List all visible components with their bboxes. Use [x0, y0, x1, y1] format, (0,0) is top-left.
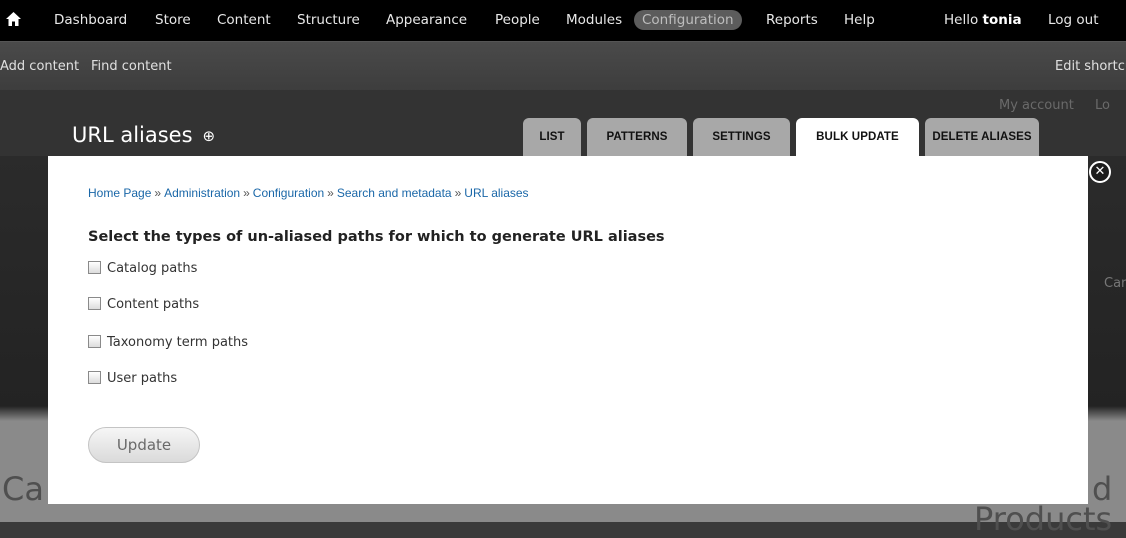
- breadcrumb-administration[interactable]: Administration: [164, 186, 240, 200]
- tab-list[interactable]: LIST: [523, 118, 581, 156]
- toolbar-item-dashboard[interactable]: Dashboard: [54, 0, 127, 41]
- breadcrumb-separator: »: [327, 186, 334, 200]
- form-title: Select the types of un-aliased paths for…: [88, 229, 665, 245]
- page-title-text: URL aliases: [72, 123, 193, 147]
- overlay-dialog: [48, 156, 1088, 504]
- taxonomy-term-paths-label[interactable]: Taxonomy term paths: [107, 335, 248, 350]
- tab-patterns[interactable]: PATTERNS: [587, 118, 687, 156]
- toolbar-item-configuration[interactable]: Configuration: [634, 10, 742, 30]
- toolbar-item-content[interactable]: Content: [217, 0, 271, 41]
- user-greeting: Hello tonia: [944, 0, 1022, 41]
- user-paths-checkbox[interactable]: [88, 371, 101, 384]
- tab-bulk-update[interactable]: BULK UPDATE: [796, 118, 919, 156]
- home-icon[interactable]: [6, 0, 21, 41]
- option-content-paths[interactable]: Content paths: [88, 296, 199, 314]
- username-link[interactable]: tonia: [983, 12, 1022, 28]
- add-shortcut-icon[interactable]: ⊕: [203, 123, 216, 149]
- shortcut-add-content[interactable]: Add content: [0, 42, 79, 91]
- page-title: URL aliases ⊕: [72, 122, 215, 149]
- toolbar-item-people[interactable]: People: [495, 0, 540, 41]
- shortcut-bar: Add content Find content Edit shortcuts: [0, 41, 1126, 91]
- taxonomy-term-paths-checkbox[interactable]: [88, 335, 101, 348]
- update-button[interactable]: Update: [88, 427, 200, 463]
- shortcut-find-content[interactable]: Find content: [91, 42, 172, 91]
- catalog-heading: Ca: [2, 470, 44, 508]
- option-user-paths[interactable]: User paths: [88, 370, 177, 388]
- cart-link: Cart: [1104, 276, 1126, 291]
- option-taxonomy-term-paths[interactable]: Taxonomy term paths: [88, 334, 248, 352]
- admin-toolbar: Dashboard Store Content Structure Appear…: [0, 0, 1126, 41]
- greeting-label: Hello: [944, 12, 979, 28]
- toolbar-item-reports[interactable]: Reports: [766, 0, 818, 41]
- breadcrumb: Home Page» Administration» Configuration» S…: [88, 186, 529, 200]
- edit-shortcuts-link[interactable]: Edit shortcuts: [1055, 42, 1126, 91]
- breadcrumb-separator: »: [454, 186, 462, 200]
- tab-delete-aliases[interactable]: DELETE ALIASES: [925, 118, 1039, 156]
- catalog-paths-label[interactable]: Catalog paths: [107, 261, 197, 276]
- content-paths-checkbox[interactable]: [88, 297, 101, 310]
- breadcrumb-search-metadata[interactable]: Search and metadata: [337, 186, 452, 200]
- breadcrumb-separator: »: [243, 186, 250, 200]
- products-heading: Products: [974, 500, 1113, 538]
- toolbar-item-appearance[interactable]: Appearance: [386, 0, 467, 41]
- catalog-paths-checkbox[interactable]: [88, 261, 101, 274]
- content-paths-label[interactable]: Content paths: [107, 297, 199, 312]
- breadcrumb-separator: »: [154, 186, 162, 200]
- log-link-fragment: Lo: [1095, 98, 1110, 113]
- close-icon[interactable]: ✕: [1089, 161, 1111, 183]
- user-paths-label[interactable]: User paths: [107, 371, 177, 386]
- toolbar-item-modules[interactable]: Modules: [566, 0, 622, 41]
- tab-settings[interactable]: SETTINGS: [693, 118, 790, 156]
- toolbar-item-help[interactable]: Help: [844, 0, 875, 41]
- option-catalog-paths[interactable]: Catalog paths: [88, 260, 197, 278]
- my-account-link: My account: [999, 98, 1074, 113]
- toolbar-item-structure[interactable]: Structure: [297, 0, 360, 41]
- breadcrumb-configuration[interactable]: Configuration: [253, 186, 324, 200]
- breadcrumb-home[interactable]: Home Page: [88, 186, 151, 200]
- logout-link[interactable]: Log out: [1048, 0, 1099, 41]
- toolbar-item-store[interactable]: Store: [155, 0, 191, 41]
- breadcrumb-url-aliases[interactable]: URL aliases: [464, 186, 528, 200]
